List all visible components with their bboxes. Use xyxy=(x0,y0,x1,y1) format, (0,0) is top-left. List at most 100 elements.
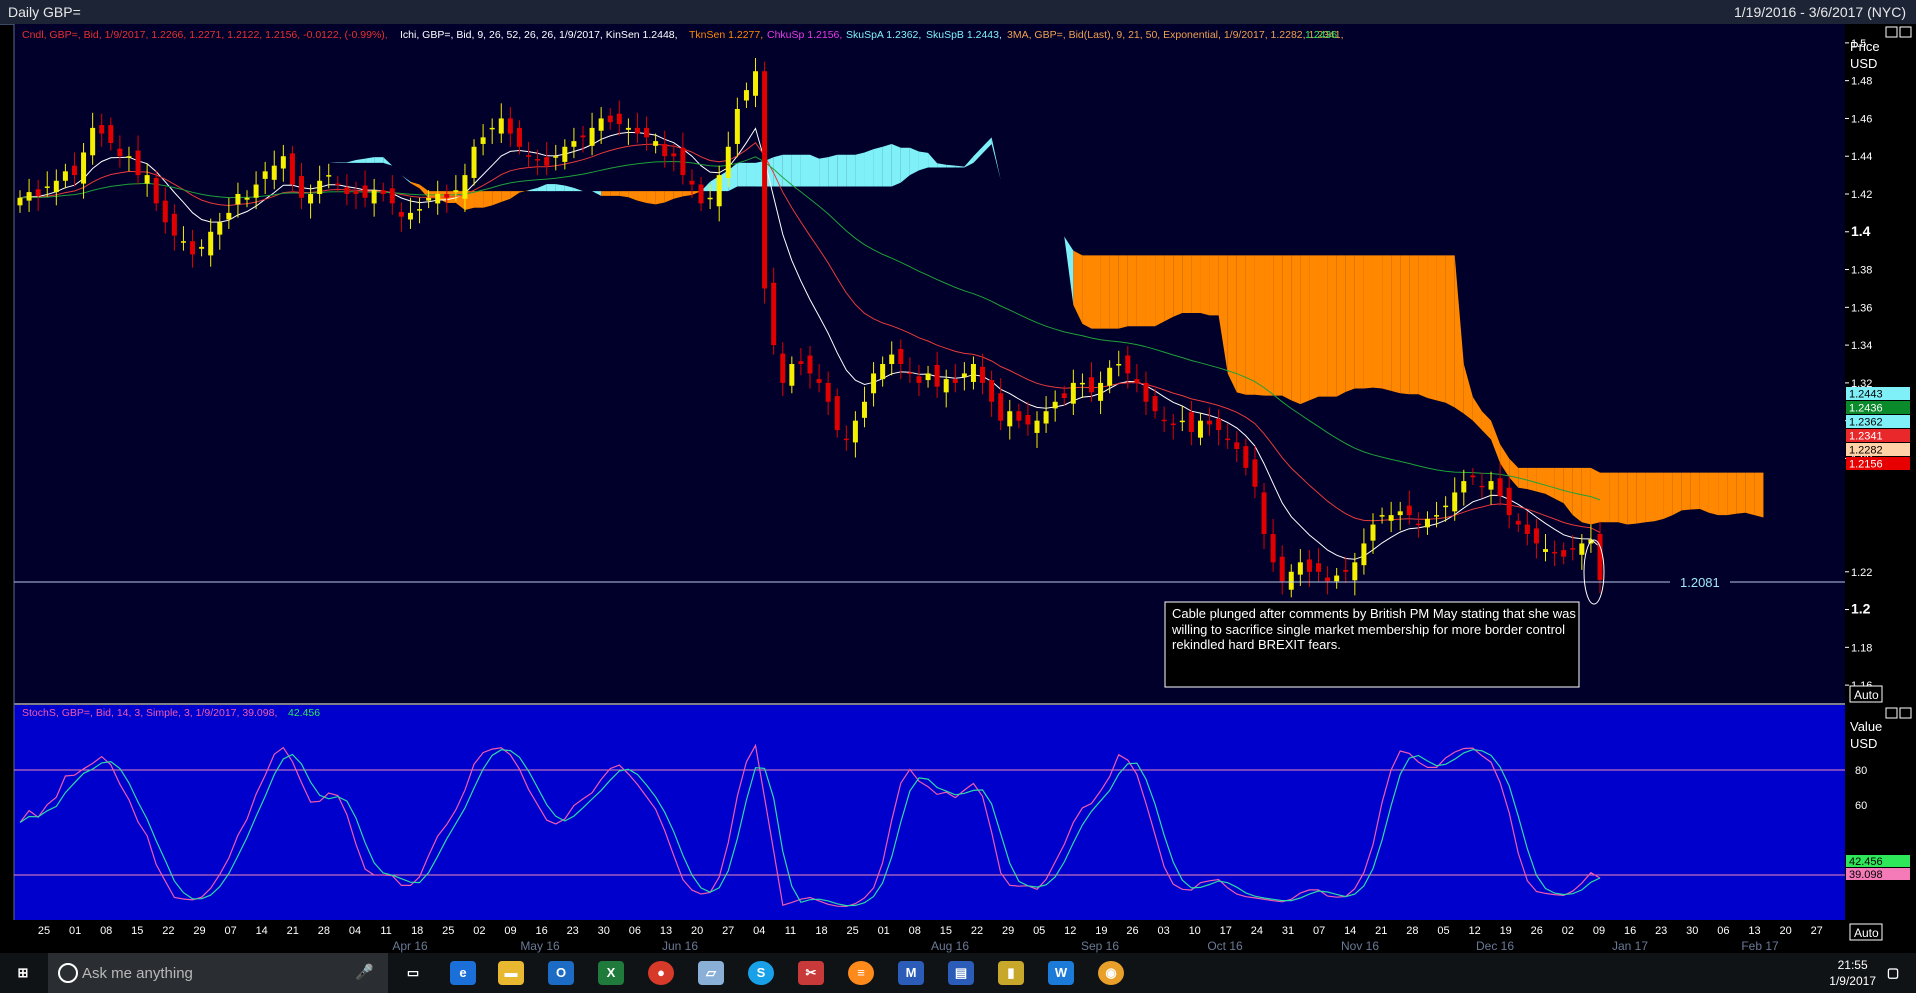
x-day-label: 25 xyxy=(846,925,858,937)
windows-start-icon[interactable]: ⊞ xyxy=(10,961,36,985)
microphone-icon[interactable]: 🎤 xyxy=(355,963,374,981)
x-day-label: 21 xyxy=(1375,925,1387,937)
cloud-segment xyxy=(1745,472,1755,516)
candle-body xyxy=(871,373,877,394)
candle-body xyxy=(407,212,413,220)
price-tick-label: 1.5 xyxy=(1851,38,1866,50)
price-tag-label: 1.2156 xyxy=(1849,459,1883,471)
candle-body xyxy=(1488,481,1494,490)
candle-body xyxy=(271,165,277,180)
candle-body xyxy=(680,147,686,176)
x-day-label: 28 xyxy=(1406,925,1418,937)
x-month-label: Aug 16 xyxy=(931,939,969,953)
candle-body xyxy=(1352,562,1358,581)
price-tag-label: 1.2362 xyxy=(1849,417,1883,429)
cloud-segment xyxy=(1082,255,1092,329)
legend-cndl: Cndl, GBP=, Bid, 1/9/2017, 1.2266, 1.227… xyxy=(22,29,388,41)
chart-area[interactable]: Cndl, GBP=, Bid, 1/9/2017, 1.2266, 1.227… xyxy=(0,24,1916,953)
candle-body xyxy=(353,191,359,194)
cloud-segment xyxy=(546,184,556,192)
price-tick-label: 1.34 xyxy=(1851,340,1872,352)
x-month-label: Oct 16 xyxy=(1207,939,1243,953)
x-day-label: 11 xyxy=(380,925,391,937)
price-tick-label: 1.48 xyxy=(1851,76,1872,88)
app-chart-icon[interactable]: ▤ xyxy=(948,961,974,985)
candle-body xyxy=(1570,548,1576,550)
x-day-label: 29 xyxy=(1002,925,1014,937)
candle-body xyxy=(71,165,77,176)
window-titlebar: Daily GBP= 1/19/2016 - 3/6/2017 (NYC) xyxy=(0,0,1916,25)
notification-icon[interactable]: ▢ xyxy=(1880,961,1906,985)
candle-body xyxy=(471,146,477,178)
x-day-label: 19 xyxy=(1095,925,1107,937)
cloud-segment xyxy=(474,191,484,208)
candle-body xyxy=(998,393,1004,421)
stoch-pane[interactable] xyxy=(14,705,1845,920)
candle-body xyxy=(190,241,196,255)
snipping-tool-icon[interactable]: ✂ xyxy=(798,961,824,985)
cloud-segment xyxy=(1718,472,1728,516)
skype-icon[interactable]: S xyxy=(748,961,774,985)
candle-body xyxy=(1288,571,1294,590)
cloud-segment xyxy=(737,162,747,187)
cloud-segment xyxy=(1654,472,1664,522)
x-day-label: 07 xyxy=(224,925,236,937)
cloud-segment xyxy=(1200,255,1210,316)
legend-tknsen: TknSen 1.2277, xyxy=(689,29,763,41)
x-day-label: 15 xyxy=(940,925,952,937)
legend-stoch-last: 42.456 xyxy=(288,707,320,719)
cloud-segment xyxy=(1627,472,1637,525)
candle-body xyxy=(208,231,214,256)
edge-icon[interactable]: e xyxy=(450,961,476,985)
candle-body xyxy=(943,379,949,393)
candle-body xyxy=(180,241,186,243)
stoch-tick-label: 60 xyxy=(1855,800,1867,812)
candle-body xyxy=(834,396,840,431)
taskbar: ⊞ Ask me anything 🎤 ▭ e ▬ O X ● ▱ S ✂ ≡ … xyxy=(0,953,1916,993)
cloud-segment xyxy=(1155,255,1165,327)
taskbar-clock[interactable]: 21:55 1/9/2017 xyxy=(1829,957,1876,989)
chrome-icon[interactable]: ● xyxy=(648,961,674,985)
cloud-segment xyxy=(1618,472,1628,525)
x-month-label: Feb 17 xyxy=(1741,939,1779,953)
chat-icon[interactable]: ◉ xyxy=(1098,961,1124,985)
x-month-label: Jun 16 xyxy=(662,939,698,953)
candle-body xyxy=(798,361,804,364)
candle-body xyxy=(1025,415,1031,425)
x-day-label: 22 xyxy=(162,925,174,937)
cloud-segment xyxy=(1391,255,1401,394)
annotation-box[interactable]: Cable plunged after comments by British … xyxy=(1164,601,1580,688)
candle-body xyxy=(35,189,41,196)
candle-body xyxy=(1434,515,1440,517)
cloud-segment xyxy=(873,146,883,187)
candle-body xyxy=(1234,442,1240,449)
search-box[interactable]: Ask me anything 🎤 xyxy=(48,953,388,993)
eikon-icon[interactable]: ≡ xyxy=(848,961,874,985)
outlook-icon[interactable]: O xyxy=(548,961,574,985)
cloud-segment xyxy=(1273,255,1283,396)
cloud-segment xyxy=(1690,472,1700,510)
candle-body xyxy=(1007,411,1013,427)
x-day-label: 30 xyxy=(598,925,610,937)
excel-icon[interactable]: X xyxy=(598,961,624,985)
x-day-label: 06 xyxy=(629,925,641,937)
task-view-icon[interactable]: ▭ xyxy=(400,961,426,985)
x-day-label: 19 xyxy=(1500,925,1512,937)
candle-body xyxy=(907,372,913,374)
candle-body xyxy=(807,355,813,374)
app-w-icon[interactable]: W xyxy=(1048,961,1074,985)
price-tick-label: 1.38 xyxy=(1851,265,1872,277)
cloud-segment xyxy=(601,191,611,196)
candle-body xyxy=(553,156,559,158)
cloud-segment xyxy=(746,162,756,187)
x-day-label: 21 xyxy=(287,925,299,937)
file-explorer-icon[interactable]: ▬ xyxy=(498,961,524,985)
app-m-icon[interactable]: M xyxy=(898,961,924,985)
app-bars-icon[interactable]: ▮ xyxy=(998,961,1024,985)
cloud-segment xyxy=(837,154,847,187)
candle-body xyxy=(1343,569,1349,572)
photos-icon[interactable]: ▱ xyxy=(698,961,724,985)
candle-body xyxy=(1034,420,1040,433)
candle-body xyxy=(280,156,286,169)
price-auto-label: Auto xyxy=(1854,688,1879,702)
